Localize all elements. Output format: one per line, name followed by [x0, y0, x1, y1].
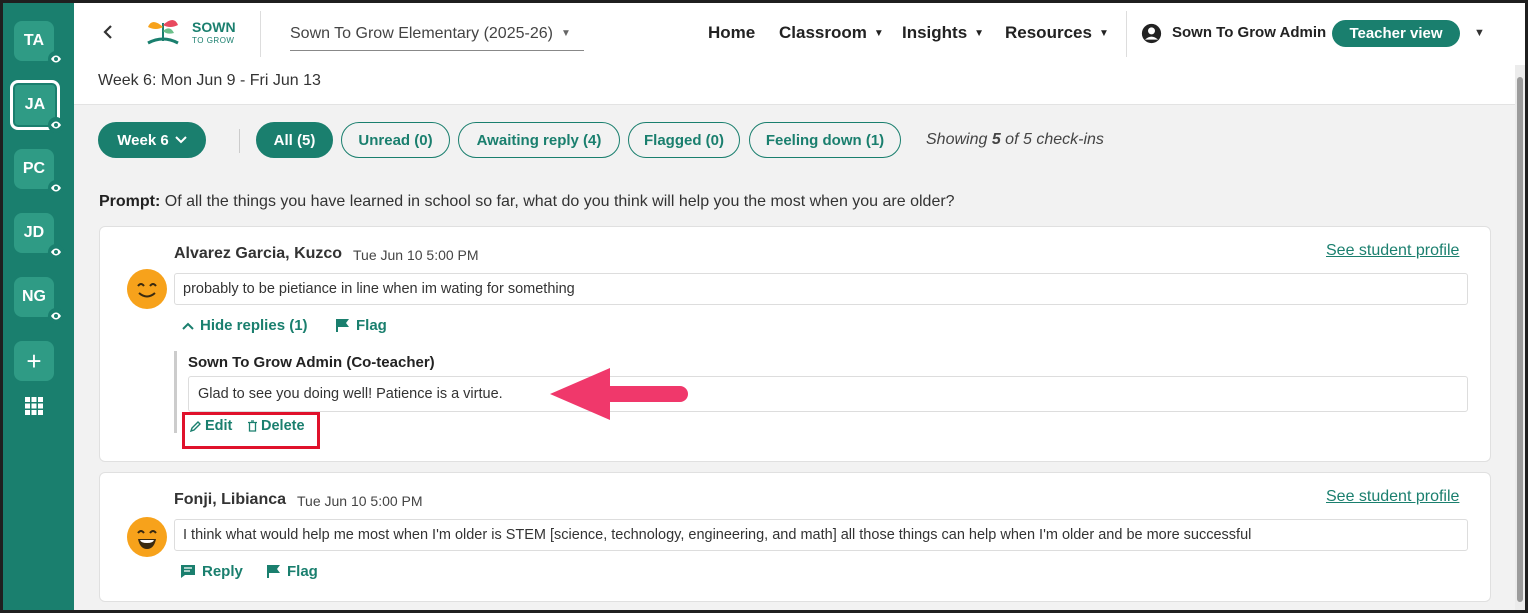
- eye-icon: [48, 51, 64, 67]
- filter-label: Flagged (0): [643, 131, 724, 149]
- student-answer: probably to be pietiance in line when im…: [174, 273, 1468, 305]
- user-name[interactable]: Sown To Grow Admin: [1172, 24, 1326, 41]
- caret-down-icon: ▼: [1098, 27, 1109, 39]
- showing-count: 5: [991, 131, 1001, 148]
- checkin-card: Alvarez Garcia, Kuzco Tue Jun 10 5:00 PM…: [99, 226, 1491, 462]
- flag-icon: [336, 319, 349, 332]
- user-account-icon[interactable]: [1141, 23, 1162, 44]
- header-divider: [1126, 11, 1127, 57]
- nav-label: Resources: [1005, 23, 1092, 42]
- rail-class-pc[interactable]: PC: [14, 149, 54, 189]
- top-header: SOWN TO GROW Sown To Grow Elementary (20…: [74, 3, 1525, 65]
- nav-label: Home: [708, 23, 756, 42]
- logo-line2: TO GROW: [192, 36, 235, 45]
- filter-feeling-down[interactable]: Feeling down (1): [749, 122, 901, 158]
- prompt-label: Prompt:: [99, 193, 161, 210]
- back-chevron-icon[interactable]: [100, 23, 118, 41]
- happy-emoji-icon: [127, 269, 167, 309]
- nav-resources[interactable]: Resources ▼: [1005, 23, 1109, 43]
- flag-button[interactable]: Flag: [267, 563, 318, 580]
- checkin-timestamp: Tue Jun 10 5:00 PM: [297, 493, 423, 509]
- caret-down-icon: ▼: [560, 28, 571, 39]
- week-dropdown-label: Week 6: [117, 131, 169, 149]
- showing-count-text: Showing 5 of 5 check-ins: [926, 131, 1104, 149]
- reply-button[interactable]: Reply: [180, 563, 243, 580]
- apps-grid-icon[interactable]: [24, 396, 44, 416]
- filter-label: Unread (0): [358, 131, 433, 149]
- prompt-text: Prompt: Of all the things you have learn…: [99, 193, 955, 211]
- prompt-question: Of all the things you have learned in sc…: [160, 193, 955, 210]
- hide-replies-label: Hide replies (1): [200, 317, 308, 334]
- plus-icon: +: [26, 346, 42, 376]
- rail-class-label: TA: [23, 32, 45, 49]
- flag-icon: [267, 565, 280, 578]
- laughing-emoji-icon: [127, 517, 167, 557]
- rail-class-label: NG: [22, 288, 46, 305]
- hide-replies-button[interactable]: Hide replies (1): [182, 317, 308, 334]
- filter-divider: [239, 129, 240, 153]
- sown-to-grow-logo[interactable]: [142, 13, 184, 51]
- reply-author: Sown To Grow Admin (Co-teacher): [188, 354, 435, 371]
- filter-label: All (5): [273, 131, 316, 149]
- teacher-view-label: Teacher view: [1349, 25, 1443, 42]
- see-student-profile-link[interactable]: See student profile: [1326, 488, 1459, 506]
- highlight-box: [182, 412, 320, 449]
- reply-label: Reply: [202, 563, 243, 580]
- account-menu-caret-icon[interactable]: ▼: [1474, 27, 1485, 39]
- nav-classroom[interactable]: Classroom ▼: [779, 23, 884, 43]
- checkin-card: Fonji, Libianca Tue Jun 10 5:00 PM See s…: [99, 472, 1491, 602]
- reply-text: Glad to see you doing well! Patience is …: [188, 376, 1468, 412]
- filter-flagged[interactable]: Flagged (0): [628, 122, 740, 158]
- class-rail: TA JA PC JD NG +: [3, 3, 74, 610]
- rail-class-label: JA: [24, 96, 46, 113]
- chevron-up-icon: [182, 322, 194, 330]
- logo-line1: SOWN: [192, 19, 236, 35]
- scrollbar[interactable]: [1515, 65, 1525, 610]
- caret-down-icon: ▼: [974, 27, 985, 39]
- flag-label: Flag: [287, 563, 318, 580]
- rail-class-label: PC: [22, 160, 46, 177]
- annotation-arrow-icon: [550, 368, 688, 420]
- nav-label: Insights: [902, 23, 968, 42]
- filter-all[interactable]: All (5): [256, 122, 333, 158]
- filter-label: Awaiting reply (4): [476, 131, 602, 149]
- header-divider: [260, 11, 261, 57]
- rail-class-ng[interactable]: NG: [14, 277, 54, 317]
- filter-unread[interactable]: Unread (0): [341, 122, 450, 158]
- student-name: Alvarez Garcia, Kuzco: [174, 245, 343, 262]
- see-student-profile-link[interactable]: See student profile: [1326, 242, 1459, 260]
- rail-class-label: JD: [23, 224, 45, 241]
- comment-icon: [181, 565, 195, 578]
- student-answer: I think what would help me most when I'm…: [174, 519, 1468, 551]
- school-select-value: Sown To Grow Elementary (2025-26): [290, 24, 553, 42]
- flag-button[interactable]: Flag: [336, 317, 387, 334]
- nav-insights[interactable]: Insights ▼: [902, 23, 984, 43]
- showing-suffix: of 5 check-ins: [1000, 131, 1104, 148]
- eye-icon: [48, 244, 64, 260]
- school-select[interactable]: Sown To Grow Elementary (2025-26) ▼: [290, 17, 584, 51]
- week-bar: Week 6: Mon Jun 9 - Fri Jun 13: [74, 65, 1515, 105]
- nav-home[interactable]: Home: [708, 23, 755, 43]
- reply-thread-bar: [174, 351, 177, 433]
- app-frame: TA JA PC JD NG + SOWN TO GROW Sown To Gr…: [3, 3, 1525, 610]
- nav-label: Classroom: [779, 23, 867, 42]
- eye-icon: [48, 180, 64, 196]
- filter-awaiting-reply[interactable]: Awaiting reply (4): [458, 122, 620, 158]
- eye-icon: [48, 308, 64, 324]
- caret-down-icon: ▼: [873, 27, 884, 39]
- rail-class-jd[interactable]: JD: [14, 213, 54, 253]
- chevron-down-icon: [175, 136, 187, 144]
- week-range-text: Week 6: Mon Jun 9 - Fri Jun 13: [98, 72, 321, 89]
- flag-label: Flag: [356, 317, 387, 334]
- filter-label: Feeling down (1): [765, 131, 885, 149]
- week-dropdown-button[interactable]: Week 6: [98, 122, 206, 158]
- checkin-timestamp: Tue Jun 10 5:00 PM: [353, 247, 479, 263]
- add-class-button[interactable]: +: [14, 341, 54, 381]
- scrollbar-thumb[interactable]: [1517, 77, 1523, 602]
- showing-prefix: Showing: [926, 131, 992, 148]
- logo-text: SOWN TO GROW: [192, 19, 236, 47]
- eye-icon: [48, 117, 64, 133]
- teacher-view-button[interactable]: Teacher view: [1332, 20, 1460, 47]
- student-name: Fonji, Libianca: [174, 491, 287, 508]
